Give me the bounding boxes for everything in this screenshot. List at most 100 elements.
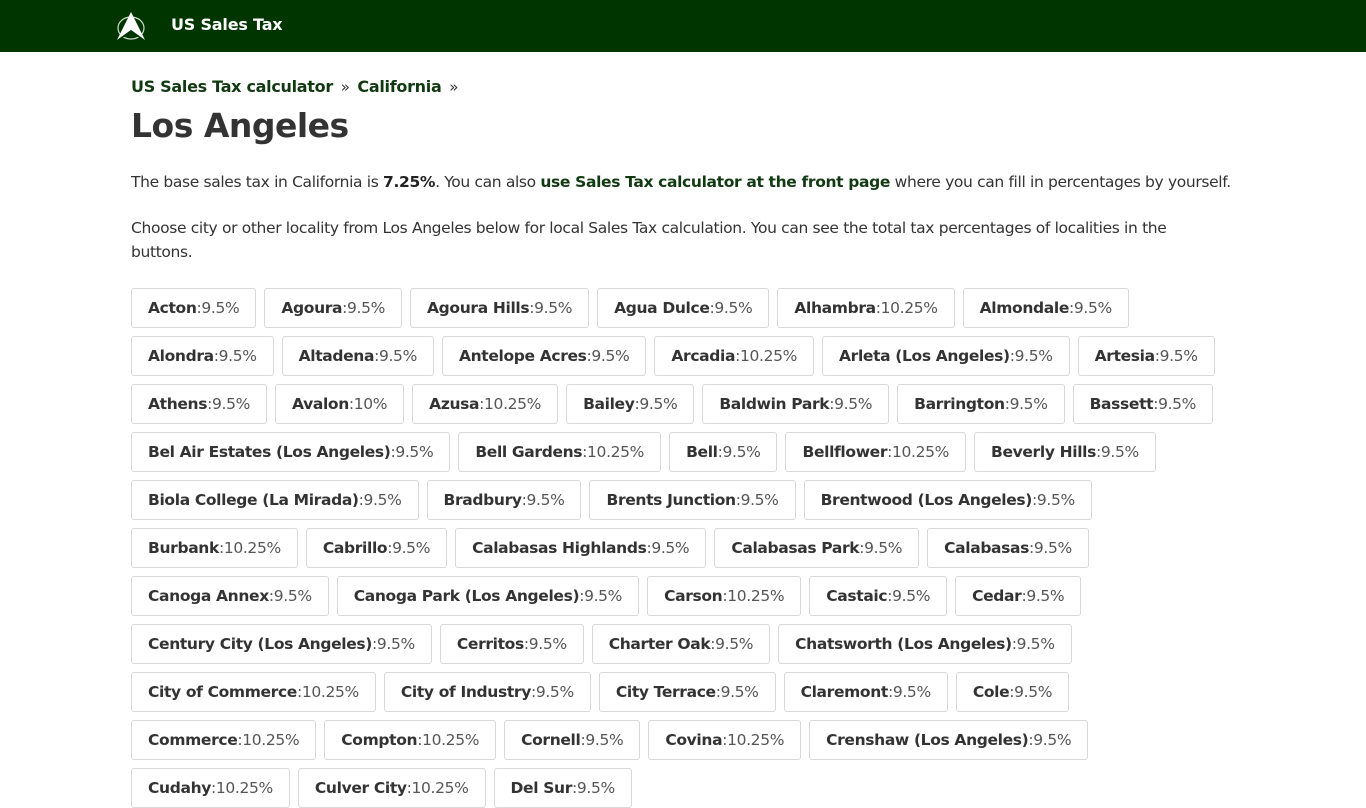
locality-rate: 9.5% bbox=[395, 443, 434, 461]
locality-rate: 10.25% bbox=[301, 683, 359, 701]
locality-rate: 9.5% bbox=[273, 587, 312, 605]
locality-name: Athens bbox=[148, 395, 208, 413]
locality-rate: 9.5% bbox=[834, 395, 873, 413]
locality-rate: 9.5% bbox=[392, 539, 431, 557]
locality-button[interactable]: Antelope Acres: 9.5% bbox=[441, 336, 647, 376]
locality-button[interactable]: Agua Dulce: 9.5% bbox=[597, 288, 770, 328]
locality-button[interactable]: Biola College (La Mirada): 9.5% bbox=[131, 480, 419, 520]
locality-rate: 9.5% bbox=[722, 443, 761, 461]
locality-rate: 9.5% bbox=[363, 491, 402, 509]
locality-button[interactable]: Arcadia: 10.25% bbox=[654, 336, 815, 376]
locality-button[interactable]: Almondale: 9.5% bbox=[962, 288, 1129, 328]
locality-name: Bradbury bbox=[443, 491, 522, 509]
locality-name: Castaic bbox=[826, 587, 888, 605]
locality-button[interactable]: City of Commerce: 10.25% bbox=[131, 672, 376, 712]
locality-name: Century City (Los Angeles) bbox=[148, 635, 373, 653]
locality-button[interactable]: Alhambra: 10.25% bbox=[777, 288, 955, 328]
locality-rate: 9.5% bbox=[864, 539, 903, 557]
locality-button[interactable]: Bellflower: 10.25% bbox=[785, 432, 967, 472]
locality-button[interactable]: Calabasas Highlands: 9.5% bbox=[455, 528, 707, 568]
locality-name: Cornell bbox=[521, 731, 581, 749]
locality-name: Agoura Hills bbox=[427, 299, 530, 317]
locality-name: Agua Dulce bbox=[614, 299, 710, 317]
locality-button[interactable]: Agoura Hills: 9.5% bbox=[410, 288, 590, 328]
locality-name: Cabrillo bbox=[322, 539, 388, 557]
locality-button[interactable]: Canoga Annex: 9.5% bbox=[131, 576, 329, 616]
locality-rate: 9.5% bbox=[584, 587, 623, 605]
locality-button[interactable]: Arleta (Los Angeles): 9.5% bbox=[822, 336, 1070, 376]
locality-name: Agoura bbox=[281, 299, 343, 317]
locality-button[interactable]: Covina: 10.25% bbox=[648, 720, 802, 760]
locality-button[interactable]: Azusa: 10.25% bbox=[412, 384, 559, 424]
locality-button[interactable]: Barrington: 9.5% bbox=[897, 384, 1065, 424]
locality-button[interactable]: Brents Junction: 9.5% bbox=[589, 480, 796, 520]
locality-button[interactable]: Castaic: 9.5% bbox=[809, 576, 948, 616]
locality-name: City Terrace bbox=[615, 683, 716, 701]
locality-name: Alhambra bbox=[794, 299, 876, 317]
locality-button[interactable]: Canoga Park (Los Angeles): 9.5% bbox=[336, 576, 640, 616]
locality-rate: 9.5% bbox=[1026, 587, 1065, 605]
locality-button[interactable]: Commerce: 10.25% bbox=[131, 720, 317, 760]
site-logo-icon[interactable] bbox=[114, 10, 148, 42]
locality-button[interactable]: Artesia: 9.5% bbox=[1077, 336, 1215, 376]
locality-button[interactable]: Alondra: 9.5% bbox=[131, 336, 274, 376]
locality-button[interactable]: Century City (Los Angeles): 9.5% bbox=[131, 624, 432, 664]
breadcrumb-separator: » bbox=[340, 78, 350, 96]
locality-button[interactable]: Agoura: 9.5% bbox=[264, 288, 403, 328]
locality-rate: 9.5% bbox=[201, 299, 240, 317]
locality-name: City of Industry bbox=[400, 683, 531, 701]
locality-button[interactable]: Culver City: 10.25% bbox=[297, 768, 486, 808]
locality-button[interactable]: Carson: 10.25% bbox=[647, 576, 802, 616]
locality-button[interactable]: Compton: 10.25% bbox=[324, 720, 497, 760]
locality-button[interactable]: Chatsworth (Los Angeles): 9.5% bbox=[778, 624, 1072, 664]
locality-name: Bellflower bbox=[802, 443, 888, 461]
locality-button[interactable]: Claremont: 9.5% bbox=[783, 672, 948, 712]
breadcrumb-separator: » bbox=[449, 78, 459, 96]
locality-button[interactable]: City Terrace: 9.5% bbox=[598, 672, 776, 712]
locality-button[interactable]: Cabrillo: 9.5% bbox=[305, 528, 448, 568]
locality-button[interactable]: Bassett: 9.5% bbox=[1072, 384, 1214, 424]
locality-button[interactable]: Charter Oak: 9.5% bbox=[591, 624, 771, 664]
locality-rate: 10.25% bbox=[223, 539, 281, 557]
locality-button[interactable]: Athens: 9.5% bbox=[131, 384, 267, 424]
locality-button[interactable]: Avalon: 10% bbox=[274, 384, 405, 424]
locality-button[interactable]: Crenshaw (Los Angeles): 9.5% bbox=[809, 720, 1089, 760]
breadcrumb-link-home[interactable]: US Sales Tax calculator bbox=[131, 77, 333, 96]
locality-button[interactable]: Del Sur: 9.5% bbox=[493, 768, 632, 808]
locality-rate: 9.5% bbox=[720, 683, 759, 701]
locality-rate: 9.5% bbox=[1158, 395, 1197, 413]
locality-button[interactable]: City of Industry: 9.5% bbox=[383, 672, 591, 712]
brand-link[interactable]: US Sales Tax bbox=[171, 15, 283, 34]
locality-button[interactable]: Baldwin Park: 9.5% bbox=[702, 384, 890, 424]
locality-name: Artesia bbox=[1094, 347, 1155, 365]
locality-button[interactable]: Cedar: 9.5% bbox=[955, 576, 1082, 616]
locality-button[interactable]: Burbank: 10.25% bbox=[131, 528, 298, 568]
locality-button[interactable]: Cole: 9.5% bbox=[955, 672, 1070, 712]
locality-rate: 10.25% bbox=[422, 731, 480, 749]
locality-button[interactable]: Calabasas: 9.5% bbox=[927, 528, 1089, 568]
locality-button[interactable]: Acton: 9.5% bbox=[131, 288, 257, 328]
locality-button[interactable]: Bell Gardens: 10.25% bbox=[458, 432, 662, 472]
locality-button[interactable]: Bell: 9.5% bbox=[669, 432, 778, 472]
locality-button[interactable]: Bailey: 9.5% bbox=[566, 384, 695, 424]
breadcrumb-link-state[interactable]: California bbox=[357, 77, 441, 96]
locality-button[interactable]: Brentwood (Los Angeles): 9.5% bbox=[803, 480, 1092, 520]
locality-button[interactable]: Calabasas Park: 9.5% bbox=[714, 528, 920, 568]
locality-button[interactable]: Altadena: 9.5% bbox=[281, 336, 434, 376]
compass-a-logo-icon bbox=[117, 12, 145, 40]
locality-rate: 9.5% bbox=[740, 491, 779, 509]
locality-rate: 9.5% bbox=[347, 299, 386, 317]
locality-name: Acton bbox=[148, 299, 197, 317]
locality-button[interactable]: Cerritos: 9.5% bbox=[439, 624, 584, 664]
locality-rate: 9.5% bbox=[378, 347, 417, 365]
locality-button[interactable]: Cudahy: 10.25% bbox=[131, 768, 290, 808]
locality-button[interactable]: Bel Air Estates (Los Angeles): 9.5% bbox=[131, 432, 451, 472]
locality-button[interactable]: Cornell: 9.5% bbox=[504, 720, 641, 760]
front-page-calculator-link[interactable]: use Sales Tax calculator at the front pa… bbox=[540, 173, 890, 191]
locality-button[interactable]: Bradbury: 9.5% bbox=[426, 480, 582, 520]
locality-rate: 9.5% bbox=[576, 779, 615, 797]
locality-name: Bassett bbox=[1089, 395, 1154, 413]
locality-name: Almondale bbox=[979, 299, 1070, 317]
locality-rate: 9.5% bbox=[1016, 635, 1055, 653]
locality-button[interactable]: Beverly Hills: 9.5% bbox=[974, 432, 1156, 472]
